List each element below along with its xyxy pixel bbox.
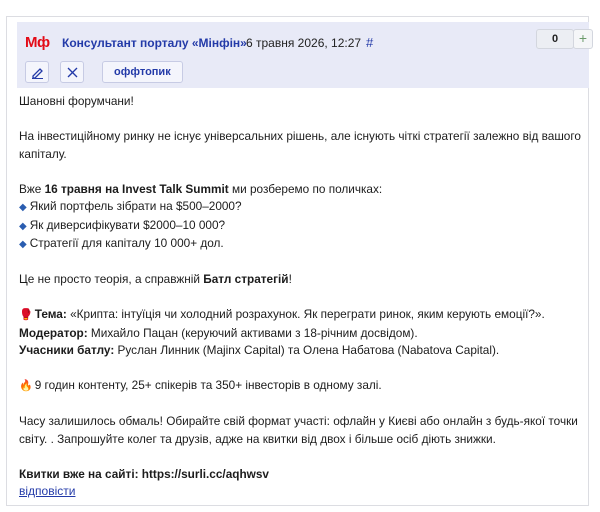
delete-button[interactable] xyxy=(60,61,84,83)
intro-paragraph: На інвестиційному ринку не існує універс… xyxy=(19,129,581,161)
content-line: 🔥 9 годин контенту, 25+ спікерів та 350+ … xyxy=(19,378,382,392)
diamond-icon: ◆ xyxy=(19,239,27,250)
summit-paragraph: Вже 16 травня на Invest Talk Summit ми р… xyxy=(19,181,383,196)
participants-line: Учасники батлу: Руслан Линник (Majinx Ca… xyxy=(19,343,500,357)
tickets-line: Квитки вже на сайті: https://surli.cc/aq… xyxy=(19,466,269,481)
upvote-button[interactable]: + xyxy=(573,29,593,49)
list-item: ◆ Стратегії для капіталу 10 000+ дол. xyxy=(19,236,224,250)
fire-icon: 🔥 xyxy=(19,380,33,392)
permalink-hash[interactable]: # xyxy=(366,35,373,50)
forum-post: Мф Консультант порталу «Мінфін» 6 травня… xyxy=(6,16,593,506)
greeting: Шановні форумчани! xyxy=(19,94,134,108)
edit-icon xyxy=(32,68,43,79)
diamond-icon: ◆ xyxy=(19,202,27,213)
topic-line: 🥊 Тема: «Крипта: інтуїція чи холодний роз… xyxy=(19,307,545,321)
edit-button[interactable] xyxy=(25,61,49,83)
closing-paragraph: Часу залишилось обмаль! Обирайте свій фо… xyxy=(19,414,578,446)
post-body: Шановні форумчани! На інвестиційному рин… xyxy=(19,93,587,483)
close-icon xyxy=(67,67,78,78)
post-date: 6 травня 2026, 12:27 xyxy=(246,36,362,50)
boxing-glove-icon: 🥊 xyxy=(19,309,33,321)
summit-highlight: 16 травня на Invest Talk Summit xyxy=(44,181,229,196)
reply-link[interactable]: відповісти xyxy=(19,484,75,498)
moderator-line: Модератор: Михайло Пацан (керуючий актив… xyxy=(19,325,418,340)
battle-paragraph: Це не просто теорія, а справжній Батл ст… xyxy=(19,272,292,286)
post-header: Мф Консультант порталу «Мінфін» 6 травня… xyxy=(17,22,593,88)
diamond-icon: ◆ xyxy=(19,220,27,232)
minfin-logo: Мф xyxy=(25,34,50,51)
list-item: ◆ Як диверсифікувати $2000–10 000? xyxy=(19,217,226,232)
author-link[interactable]: Консультант порталу «Мінфін» xyxy=(62,36,247,50)
offtopic-tag-button[interactable]: оффтопик xyxy=(102,61,183,83)
vote-count: 0 xyxy=(536,29,574,49)
bullet-list: ◆ Який портфель зібрати на $500–2000? ◆ Як… xyxy=(19,198,587,254)
list-item: ◆ Який портфель зібрати на $500–2000? xyxy=(19,199,242,213)
